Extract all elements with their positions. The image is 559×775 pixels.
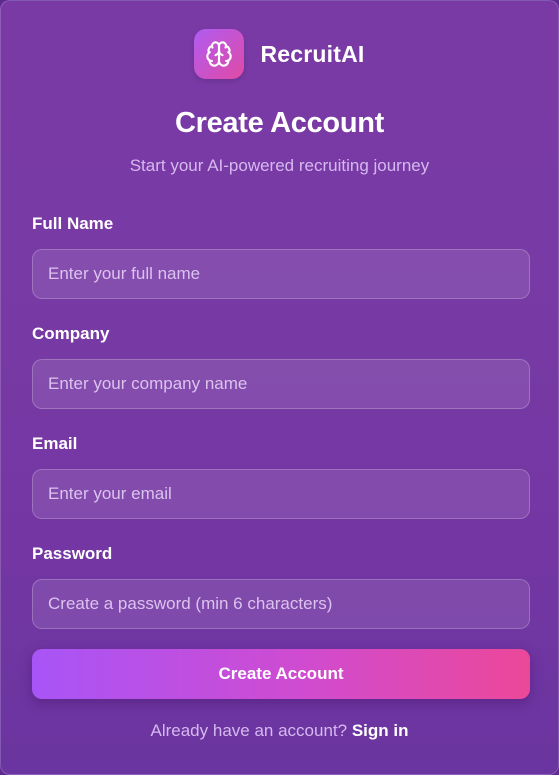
email-label: Email bbox=[32, 434, 78, 453]
company-label: Company bbox=[32, 324, 110, 343]
signin-prompt-text: Already have an account? bbox=[150, 721, 348, 740]
full-name-input[interactable] bbox=[32, 249, 530, 299]
company-input[interactable] bbox=[32, 359, 530, 409]
signup-card: RecruitAI Create Account Start your AI-p… bbox=[0, 0, 559, 775]
signin-prompt: Already have an account? Sign in bbox=[1, 721, 558, 741]
full-name-label: Full Name bbox=[32, 214, 114, 233]
brain-icon bbox=[206, 41, 233, 67]
sign-in-link[interactable]: Sign in bbox=[352, 721, 409, 740]
password-input[interactable] bbox=[32, 579, 530, 629]
brand-name: RecruitAI bbox=[260, 40, 365, 67]
page-subtitle: Start your AI-powered recruiting journey bbox=[129, 156, 430, 175]
password-label: Password bbox=[32, 544, 113, 563]
email-input[interactable] bbox=[32, 469, 530, 519]
create-account-button[interactable]: Create Account bbox=[32, 649, 530, 699]
app-logo bbox=[194, 29, 245, 79]
brand-header: RecruitAI bbox=[1, 29, 558, 79]
page-title: Create Account bbox=[174, 107, 385, 139]
